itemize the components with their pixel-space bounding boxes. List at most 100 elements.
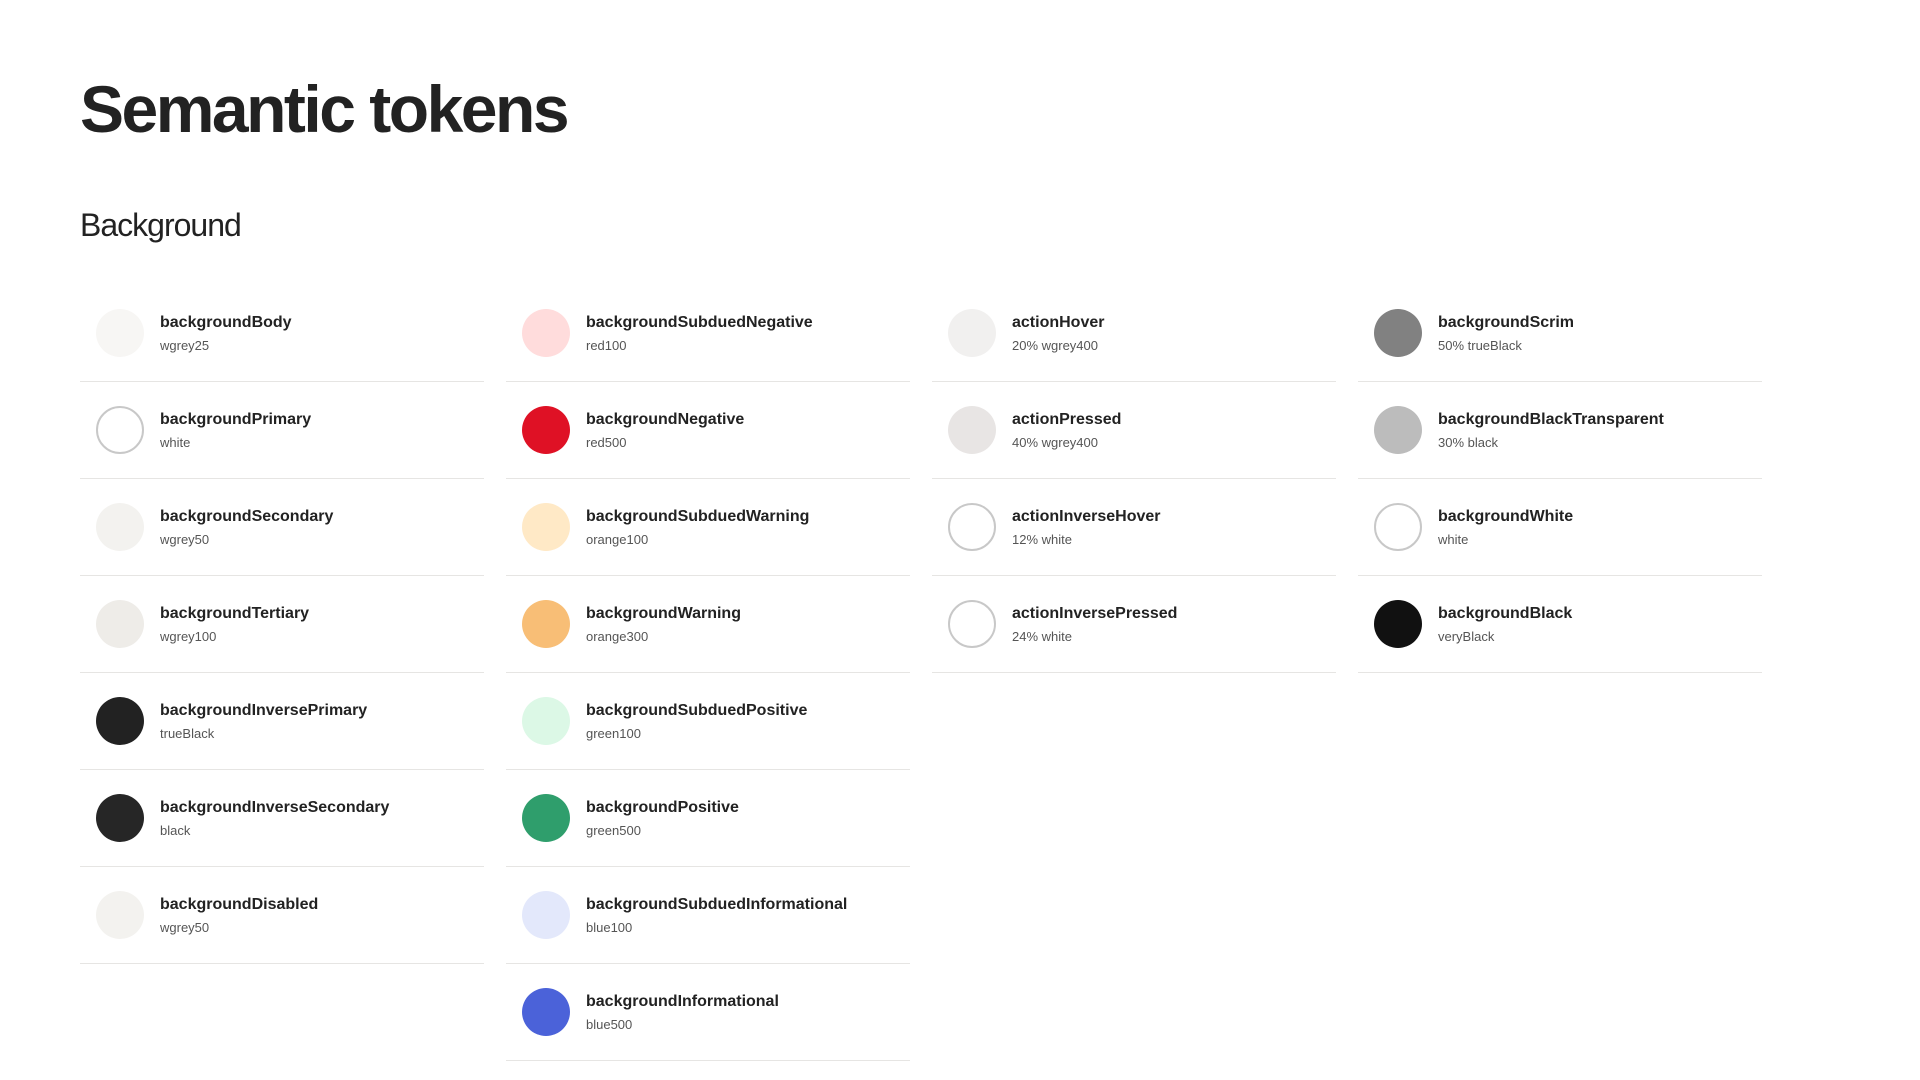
token-text: backgroundSecondary wgrey50 [160, 507, 333, 548]
token-row: actionHover 20% wgrey400 [932, 285, 1336, 382]
color-swatch [522, 503, 570, 551]
token-text: backgroundDisabled wgrey50 [160, 895, 318, 936]
token-text: backgroundInverseSecondary black [160, 798, 389, 839]
color-swatch [522, 794, 570, 842]
color-swatch [96, 309, 144, 357]
token-column: actionHover 20% wgrey400 actionPressed 40% … [932, 285, 1336, 1061]
token-name: actionPressed [1012, 410, 1122, 428]
token-row: actionInverseHover 12% white [932, 479, 1336, 576]
token-text: backgroundWhite white [1438, 507, 1573, 548]
token-text: backgroundScrim 50% trueBlack [1438, 313, 1574, 354]
token-value: 12% white [1012, 531, 1072, 547]
token-name: actionInverseHover [1012, 507, 1161, 525]
token-row: backgroundPrimary white [80, 382, 484, 479]
token-value: blue100 [586, 919, 633, 935]
token-row: backgroundBlack veryBlack [1358, 576, 1762, 673]
token-name: actionInversePressed [1012, 604, 1178, 622]
color-swatch [948, 600, 996, 648]
token-text: actionInversePressed 24% white [1012, 604, 1177, 645]
token-name: backgroundTertiary [160, 604, 310, 622]
token-text: actionInverseHover 12% white [1012, 507, 1161, 548]
color-swatch [948, 406, 996, 454]
token-value: 40% wgrey400 [1012, 434, 1098, 450]
token-text: backgroundWarning orange300 [586, 604, 741, 645]
token-name: backgroundSubduedPositive [586, 701, 808, 719]
token-value: orange300 [586, 628, 649, 644]
token-text: backgroundPositive green500 [586, 798, 739, 839]
token-name: backgroundSubduedWarning [586, 507, 810, 525]
token-row: backgroundBlackTransparent 30% black [1358, 382, 1762, 479]
token-value: green500 [586, 822, 641, 838]
token-value: green100 [586, 725, 641, 741]
token-value: red500 [586, 434, 627, 450]
token-text: backgroundNegative red500 [586, 410, 744, 451]
token-row: backgroundSecondary wgrey50 [80, 479, 484, 576]
token-value: wgrey25 [160, 337, 210, 353]
color-swatch [96, 406, 144, 454]
page: Semantic tokens Background backgroundBod… [0, 0, 1920, 1080]
token-name: backgroundWhite [1438, 507, 1574, 525]
token-row: backgroundSubduedPositive green100 [506, 673, 910, 770]
token-row: backgroundBody wgrey25 [80, 285, 484, 382]
token-value: red100 [586, 337, 627, 353]
token-value: white [1438, 531, 1469, 547]
token-row: actionInversePressed 24% white [932, 576, 1336, 673]
token-column: backgroundSubduedNegative red100 backgroun… [506, 285, 910, 1061]
color-swatch [96, 697, 144, 745]
token-text: backgroundInformational blue500 [586, 992, 779, 1033]
token-text: backgroundSubduedInformational blue100 [586, 895, 847, 936]
token-name: backgroundBlackTransparent [1438, 410, 1664, 428]
color-swatch [522, 891, 570, 939]
token-row: backgroundSubduedWarning orange100 [506, 479, 910, 576]
token-name: backgroundWarning [586, 604, 741, 622]
section-title: Background [80, 207, 242, 243]
token-row: backgroundScrim 50% trueBlack [1358, 285, 1762, 382]
token-name: backgroundBody [160, 313, 292, 331]
color-swatch [96, 503, 144, 551]
token-name: backgroundBlack [1438, 604, 1573, 622]
color-swatch [1374, 600, 1422, 648]
color-swatch [1374, 406, 1422, 454]
token-value: 20% wgrey400 [1012, 337, 1098, 353]
token-value: orange100 [586, 531, 649, 547]
token-text: backgroundBlackTransparent 30% black [1438, 410, 1664, 451]
token-row: backgroundSubduedNegative red100 [506, 285, 910, 382]
token-name: actionHover [1012, 313, 1105, 331]
token-name: backgroundPositive [586, 798, 739, 816]
token-row: backgroundInverseSecondary black [80, 770, 484, 867]
token-text: actionPressed 40% wgrey400 [1012, 410, 1121, 451]
token-row: backgroundDisabled wgrey50 [80, 867, 484, 964]
token-row: backgroundSubduedInformational blue100 [506, 867, 910, 964]
token-columns: backgroundBody wgrey25 backgroundPrimary wh… [80, 285, 1784, 1061]
color-swatch [96, 794, 144, 842]
token-name: backgroundSubduedInformational [586, 895, 848, 913]
token-value: 30% black [1438, 434, 1498, 450]
token-value: blue500 [586, 1016, 633, 1032]
token-name: backgroundInformational [586, 992, 779, 1010]
token-text: backgroundBlack veryBlack [1438, 604, 1572, 645]
color-swatch [96, 600, 144, 648]
page-title: Semantic tokens [80, 72, 570, 146]
token-text: actionHover 20% wgrey400 [1012, 313, 1104, 354]
token-text: backgroundBody wgrey25 [160, 313, 292, 354]
token-value: wgrey50 [160, 531, 210, 547]
color-swatch [948, 503, 996, 551]
token-column: backgroundScrim 50% trueBlack backgroundBl… [1358, 285, 1762, 1061]
token-value: white [160, 434, 191, 450]
token-name: backgroundInversePrimary [160, 701, 368, 719]
token-row: backgroundInformational blue500 [506, 964, 910, 1061]
token-text: backgroundSubduedPositive green100 [586, 701, 807, 742]
token-name: backgroundSubduedNegative [586, 313, 813, 331]
token-row: backgroundTertiary wgrey100 [80, 576, 484, 673]
token-value: trueBlack [160, 725, 215, 741]
token-value: 50% trueBlack [1438, 337, 1522, 353]
token-row: backgroundPositive green500 [506, 770, 910, 867]
token-name: backgroundInverseSecondary [160, 798, 390, 816]
token-value: black [160, 822, 191, 838]
token-name: backgroundNegative [586, 410, 745, 428]
color-swatch [96, 891, 144, 939]
token-value: veryBlack [1438, 628, 1495, 644]
token-column: backgroundBody wgrey25 backgroundPrimary wh… [80, 285, 484, 1061]
token-text: backgroundSubduedWarning orange100 [586, 507, 809, 548]
color-swatch [522, 406, 570, 454]
